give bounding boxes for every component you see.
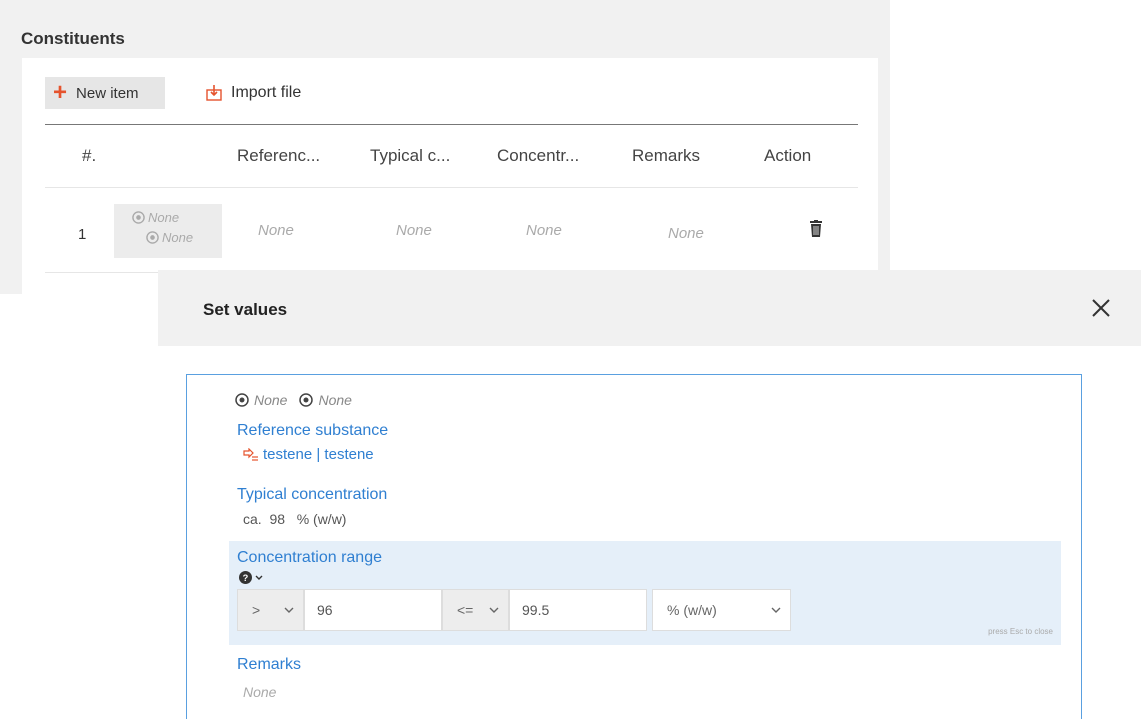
cell-reference: None xyxy=(258,222,294,239)
column-header-action: Action xyxy=(764,146,812,165)
plus-icon: + xyxy=(53,79,68,106)
lower-qualifier-select[interactable]: > xyxy=(237,589,304,631)
typical-concentration-value: ca. 98 % (w/w) xyxy=(243,511,347,527)
column-header-remarks[interactable]: Remarks xyxy=(632,146,700,166)
column-header-number[interactable]: #. xyxy=(82,146,96,166)
badge-icon xyxy=(235,393,249,407)
new-item-label: New item xyxy=(76,84,139,102)
remarks-label: Remarks xyxy=(237,656,302,673)
section-title: Constituents xyxy=(21,29,125,48)
badge-text: None xyxy=(254,392,288,408)
import-file-label: Import file xyxy=(231,84,302,101)
upper-qualifier-select[interactable]: <= xyxy=(442,589,509,631)
lower-value-text: 96 xyxy=(317,602,333,618)
import-file-button[interactable]: Import file xyxy=(205,77,301,109)
modal-title: Set values xyxy=(203,300,288,319)
upper-value-text: 99.5 xyxy=(522,602,550,618)
badge-group: None None xyxy=(235,392,364,408)
badge-icon xyxy=(146,231,159,244)
badge-text: None xyxy=(162,230,194,245)
help-toggle[interactable]: ? xyxy=(239,571,264,584)
unit-value: % (w/w) xyxy=(667,602,717,618)
toolbar-divider xyxy=(45,124,858,125)
upper-value-input[interactable]: 99.5 xyxy=(509,589,647,631)
column-header-typical[interactable]: Typical c... xyxy=(370,146,450,166)
constituents-card: + New item Import file #. Referenc... Ty… xyxy=(22,58,878,294)
remarks-value[interactable]: None xyxy=(243,684,276,700)
svg-text:?: ? xyxy=(243,573,249,583)
chevron-down-icon xyxy=(489,607,499,613)
badge-text: None xyxy=(318,392,352,408)
esc-hint: press Esc to close xyxy=(988,627,1053,636)
badge-icon xyxy=(299,393,314,407)
cell-concentration: None xyxy=(526,222,562,239)
reference-substance-link[interactable]: testene | testene xyxy=(243,446,374,463)
reference-substance-label: Reference substance xyxy=(237,422,389,439)
modal-header: Set values xyxy=(158,270,1141,346)
set-values-form: None None Reference substance testene | … xyxy=(186,374,1082,719)
lower-qualifier-value: > xyxy=(252,602,261,618)
concentration-range-label: Concentration range xyxy=(237,549,382,566)
help-icon: ? xyxy=(239,571,252,584)
upper-qualifier-value: <= xyxy=(457,602,474,618)
concentration-range-row: Concentration range ? > 96 <= 99.5 % (w/… xyxy=(229,541,1061,645)
lower-value-input[interactable]: 96 xyxy=(304,589,442,631)
header-separator xyxy=(45,187,858,188)
chevron-down-icon xyxy=(255,575,263,580)
row-number: 1 xyxy=(78,226,87,243)
substance-icon xyxy=(243,447,258,461)
import-file-icon xyxy=(206,85,222,101)
trash-icon[interactable] xyxy=(810,220,822,237)
cell-typical: None xyxy=(396,222,432,239)
close-icon[interactable] xyxy=(1090,297,1112,319)
column-header-reference[interactable]: Referenc... xyxy=(237,146,320,166)
typical-concentration-label: Typical concentration xyxy=(237,486,388,503)
chevron-down-icon xyxy=(284,607,294,613)
row-badges: None None xyxy=(114,204,222,258)
cell-remarks: None xyxy=(668,225,704,242)
column-header-concentration[interactable]: Concentr... xyxy=(497,146,579,166)
badge-text: None xyxy=(148,210,180,225)
unit-select[interactable]: % (w/w) xyxy=(652,589,791,631)
reference-substance-value: testene | testene xyxy=(263,446,374,463)
badge-icon xyxy=(132,211,145,224)
chevron-down-icon xyxy=(771,607,781,613)
new-item-button[interactable]: + New item xyxy=(45,77,165,109)
